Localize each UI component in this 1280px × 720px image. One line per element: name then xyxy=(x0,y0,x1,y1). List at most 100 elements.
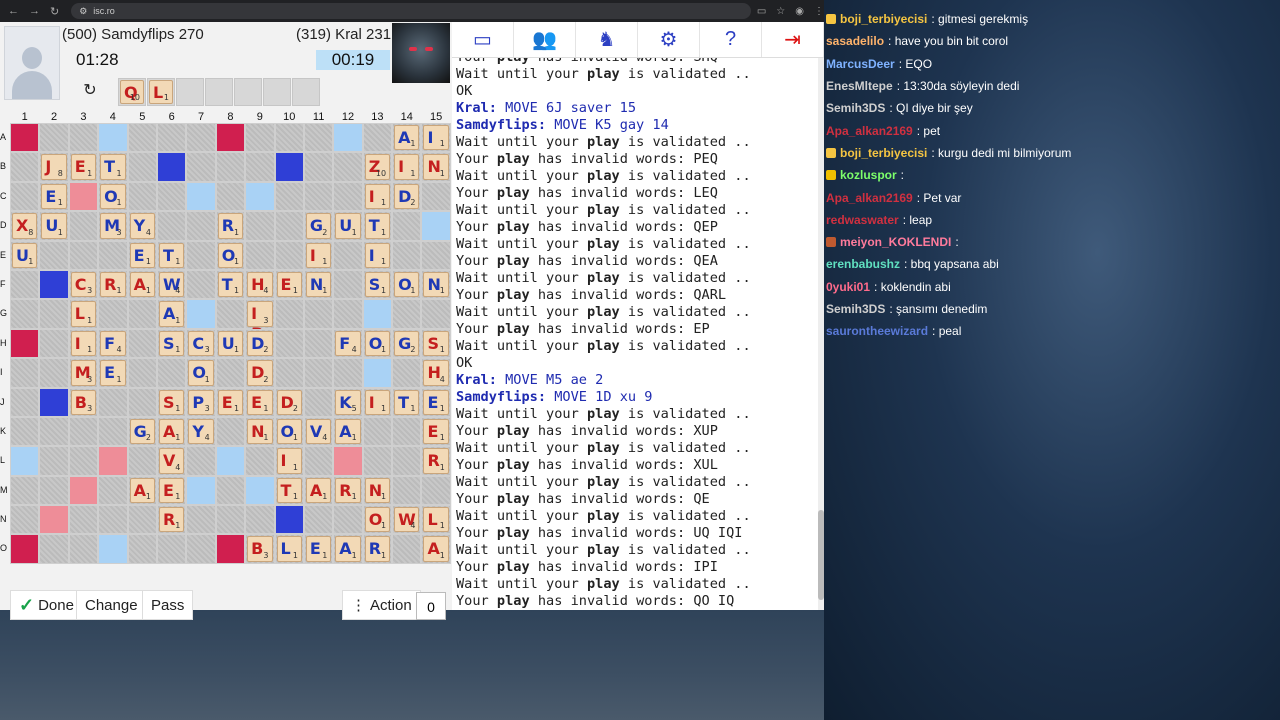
board-cell[interactable]: E1 xyxy=(421,416,451,447)
board-cell[interactable] xyxy=(274,123,304,153)
board-cell[interactable] xyxy=(421,475,451,506)
board-cell[interactable]: V4 xyxy=(303,416,334,447)
board-cell[interactable] xyxy=(98,240,128,270)
board-cell[interactable] xyxy=(274,211,304,241)
chat-username[interactable]: redwaswater xyxy=(826,213,899,227)
board-cell[interactable] xyxy=(127,505,157,535)
board-cell[interactable] xyxy=(68,475,99,506)
board-cell[interactable]: S1 xyxy=(362,269,393,300)
board-cell[interactable]: A1 xyxy=(127,269,157,300)
board-cell[interactable] xyxy=(127,123,157,153)
board-cell[interactable] xyxy=(245,123,275,153)
rack-tile[interactable]: Q 10 xyxy=(120,80,144,104)
board-cell[interactable] xyxy=(186,299,216,329)
board-cell[interactable] xyxy=(274,181,304,212)
profile-icon[interactable]: ◉ xyxy=(795,6,804,17)
rack-slot[interactable] xyxy=(176,78,204,106)
board-cell[interactable]: R1 xyxy=(215,211,246,241)
board-cell[interactable]: D2 xyxy=(245,358,275,388)
board-cell[interactable]: T1 xyxy=(98,152,128,182)
board-cell[interactable] xyxy=(127,387,157,417)
rack-slot[interactable] xyxy=(263,78,291,106)
board-cell[interactable] xyxy=(127,152,157,182)
gear-icon[interactable]: ⚙ xyxy=(638,22,700,57)
board-cell[interactable] xyxy=(245,505,275,535)
board-cell[interactable] xyxy=(68,534,99,564)
site-info-icon[interactable]: ⚙ xyxy=(79,6,87,17)
board-cell[interactable] xyxy=(333,505,363,535)
chat-username[interactable]: kozluspor xyxy=(840,168,897,182)
board-cell[interactable]: J8 xyxy=(39,152,69,182)
board-cell[interactable] xyxy=(421,211,451,241)
board-cell[interactable]: H4 xyxy=(421,358,451,388)
board-cell[interactable] xyxy=(186,152,216,182)
board-cell[interactable]: U1 xyxy=(39,211,69,241)
board-cell[interactable] xyxy=(10,387,40,417)
board-cell[interactable]: U1 xyxy=(10,240,40,270)
board-cell[interactable] xyxy=(333,240,363,270)
board-cell[interactable] xyxy=(68,505,99,535)
board-cell[interactable]: A1 xyxy=(421,534,451,564)
board-cell[interactable]: W4 xyxy=(392,505,422,535)
board-cell[interactable]: Y4 xyxy=(127,211,157,241)
board-cell[interactable] xyxy=(274,299,304,329)
board-cell[interactable]: X8 xyxy=(10,211,40,241)
chat-username[interactable]: 0yuki01 xyxy=(826,280,870,294)
board-cell[interactable] xyxy=(10,328,40,359)
board-cell[interactable]: C3 xyxy=(68,269,99,300)
chat-username[interactable]: meiyon_KOKLENDI xyxy=(840,235,951,249)
board-cell[interactable] xyxy=(245,475,275,506)
board-cell[interactable]: N1 xyxy=(421,269,451,300)
board-cell[interactable] xyxy=(39,505,69,535)
board-cell[interactable] xyxy=(10,534,40,564)
board-cell[interactable] xyxy=(274,358,304,388)
board-cell[interactable]: E1 xyxy=(215,387,246,417)
board-cell[interactable] xyxy=(156,534,187,564)
board-cell[interactable] xyxy=(215,358,246,388)
exit-icon[interactable]: ⇥ xyxy=(762,22,824,57)
board-cell[interactable] xyxy=(68,446,99,476)
board-cell[interactable]: B3 xyxy=(245,534,275,564)
chat-username[interactable]: boji_terbiyecisi xyxy=(840,146,927,160)
board-cell[interactable]: E1 xyxy=(274,269,304,300)
board-cell[interactable] xyxy=(215,299,246,329)
board-cell[interactable] xyxy=(333,123,363,153)
board-cell[interactable] xyxy=(215,505,246,535)
board-cell[interactable]: R1 xyxy=(98,269,128,300)
board-cell[interactable] xyxy=(392,240,422,270)
board-cell[interactable]: L1 xyxy=(421,505,451,535)
rack-slot[interactable] xyxy=(234,78,262,106)
board-cell[interactable] xyxy=(186,475,216,506)
board-cell[interactable] xyxy=(215,534,246,564)
board-cell[interactable]: I1 xyxy=(392,152,422,182)
board-cell[interactable] xyxy=(39,358,69,388)
board-cell[interactable] xyxy=(392,358,422,388)
board-cell[interactable] xyxy=(68,181,99,212)
board-cell[interactable] xyxy=(68,240,99,270)
pass-button[interactable]: Pass xyxy=(142,590,194,620)
board-cell[interactable] xyxy=(303,328,334,359)
board-cell[interactable] xyxy=(186,269,216,300)
board-cell[interactable]: I1 xyxy=(362,181,393,212)
board-cell[interactable] xyxy=(39,269,69,300)
board-cell[interactable] xyxy=(421,181,451,212)
shuffle-icon[interactable]: ↻ xyxy=(80,81,100,101)
board-cell[interactable] xyxy=(333,299,363,329)
board-cell[interactable]: T1 xyxy=(274,475,304,506)
board-cell[interactable] xyxy=(39,328,69,359)
board-cell[interactable] xyxy=(68,416,99,447)
chat-username[interactable]: saurontheewizard xyxy=(826,324,928,338)
chat-username[interactable]: Apa_alkan2169 xyxy=(826,191,913,205)
board-cell[interactable]: A1 xyxy=(333,416,363,447)
board-cell[interactable] xyxy=(333,269,363,300)
board-cell[interactable] xyxy=(39,387,69,417)
board-cell[interactable]: S1 xyxy=(421,328,451,359)
board-cell[interactable]: A1 xyxy=(156,299,187,329)
board-cell[interactable]: A1 xyxy=(303,475,334,506)
board-cell[interactable] xyxy=(98,505,128,535)
board-cell[interactable] xyxy=(156,358,187,388)
board-cell[interactable] xyxy=(186,123,216,153)
board-cell[interactable]: R1 xyxy=(333,475,363,506)
board-cell[interactable]: W4 xyxy=(156,269,187,300)
cast-icon[interactable]: ▭ xyxy=(757,6,766,17)
